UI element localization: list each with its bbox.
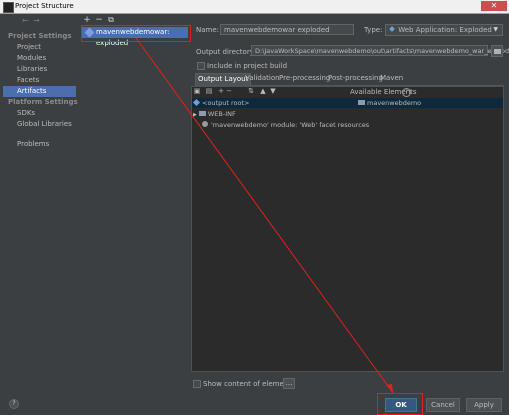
cancel-button[interactable]: Cancel [426, 398, 460, 412]
annotation-box-artifact [81, 25, 191, 42]
archive-icon[interactable]: ▤ [205, 87, 213, 95]
tree-row-facet-resources[interactable]: 'mavenwebdemo' module: 'Web' facet resou… [202, 120, 369, 130]
chevron-down-icon: ▼ [493, 26, 498, 33]
section-project-settings: Project Settings [8, 32, 72, 40]
facet-resources-label: 'mavenwebdemo' module: 'Web' facet resou… [211, 121, 370, 129]
output-dir-input[interactable]: D:\JavaWorkSpace\mavenwebdemo\out\artifa… [251, 45, 509, 56]
annotation-box-ok [377, 393, 423, 415]
tab-post-processing[interactable]: Post-processing [326, 73, 385, 84]
back-icon[interactable]: ← [22, 16, 29, 25]
sidebar-item-facets[interactable]: Facets [17, 76, 39, 84]
web-app-icon [389, 26, 395, 32]
tree-row-output-root[interactable]: <output root> [192, 98, 503, 108]
include-build-checkbox[interactable] [197, 62, 205, 70]
output-root-icon [192, 98, 201, 106]
type-label: Type: [364, 26, 383, 34]
sidebar-item-modules[interactable]: Modules [17, 54, 46, 62]
apply-button[interactable]: Apply [466, 398, 502, 412]
name-label: Name: [196, 26, 220, 34]
window-title: Project Structure [15, 2, 74, 10]
type-select[interactable]: Web Application: Exploded ▼ [385, 24, 503, 36]
folder-icon [494, 49, 501, 54]
web-inf-label: WEB-INF [207, 110, 236, 118]
sort-icon[interactable]: ⇅ [247, 87, 255, 95]
type-value: Web Application: Exploded [398, 26, 492, 34]
name-input[interactable]: mavenwebdemowar exploded [220, 24, 354, 35]
artifacts-list [80, 26, 190, 382]
title-bar: Project Structure ✕ [0, 0, 509, 14]
add-copy-icon[interactable]: + [217, 87, 225, 95]
move-up-icon[interactable]: ▲ [259, 87, 267, 95]
browse-folder-button[interactable] [491, 45, 503, 57]
nav-toolbar: ← → [0, 14, 78, 30]
help-button[interactable]: ? [9, 399, 19, 409]
tree-row-web-inf[interactable]: ▶ WEB-INF [193, 109, 236, 119]
include-build-label: Include in project build [207, 62, 288, 70]
sidebar-item-project[interactable]: Project [17, 43, 41, 51]
sidebar-item-problems[interactable]: Problems [17, 140, 49, 148]
section-platform-settings: Platform Settings [8, 98, 78, 106]
available-row-mavenwebdemo[interactable]: mavenwebdemo [358, 98, 421, 108]
forward-icon[interactable]: → [33, 16, 40, 25]
expand-arrow-icon[interactable]: ▶ [193, 112, 197, 118]
tab-validation[interactable]: Validation [243, 73, 282, 84]
sidebar-item-libraries[interactable]: Libraries [17, 65, 47, 73]
app-icon [3, 2, 14, 13]
remove-element-icon[interactable]: − [225, 87, 233, 95]
output-dir-label: Output directory: [196, 48, 256, 56]
new-folder-icon[interactable]: ▣ [193, 87, 201, 95]
sidebar-item-sdks[interactable]: SDKs [17, 109, 35, 117]
sidebar-item-artifacts[interactable]: Artifacts [3, 86, 76, 97]
web-inf-folder-icon [198, 110, 206, 116]
sidebar: Project Settings Project Modules Librari… [0, 30, 78, 382]
tab-maven[interactable]: Maven [378, 73, 405, 84]
module-folder-icon [358, 99, 365, 105]
output-root-label: <output root> [202, 99, 250, 107]
tab-bar: Output Layout Validation Pre-processing … [195, 73, 504, 86]
available-label: mavenwebdemo [367, 99, 422, 107]
tab-pre-processing[interactable]: Pre-processing [277, 73, 332, 84]
show-content-label: Show content of elements [203, 380, 295, 388]
help-icon[interactable]: ? [402, 88, 411, 97]
sidebar-item-global-libraries[interactable]: Global Libraries [17, 120, 72, 128]
move-down-icon[interactable]: ▼ [269, 87, 277, 95]
show-content-checkbox[interactable] [193, 380, 201, 388]
close-button[interactable]: ✕ [481, 1, 507, 11]
show-content-options-button[interactable]: ... [283, 378, 295, 389]
facet-icon [202, 121, 208, 127]
annotation-arrow-head [386, 384, 393, 393]
